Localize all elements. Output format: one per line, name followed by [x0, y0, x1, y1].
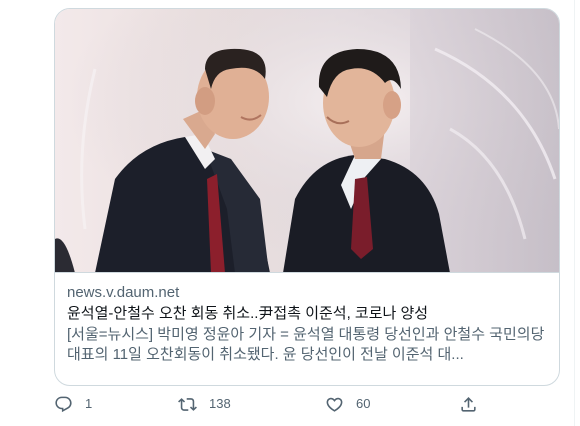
- card-text[interactable]: news.v.daum.net 윤석열-안철수 오찬 회동 취소..尹접촉 이준…: [67, 283, 551, 365]
- share-icon: [461, 396, 476, 412]
- retweet-button[interactable]: 138: [178, 392, 231, 416]
- news-photo: [55, 9, 559, 272]
- reply-icon: [55, 396, 72, 412]
- card-image[interactable]: [55, 9, 559, 273]
- retweet-icon: [178, 397, 197, 411]
- card-description: [서울=뉴시스] 박미영 정윤아 기자 = 윤석열 대통령 당선인과 안철수 국…: [67, 326, 545, 363]
- tweet-actions: 1 138 60: [54, 392, 494, 416]
- reply-button[interactable]: 1: [54, 392, 92, 416]
- like-button[interactable]: 60: [325, 392, 370, 416]
- card-title: 윤석열-안철수 오찬 회동 취소..尹접촉 이준석, 코로나 양성: [67, 305, 429, 322]
- timeline-divider: [574, 0, 575, 426]
- retweet-count: 138: [209, 396, 231, 411]
- share-button[interactable]: [459, 392, 478, 416]
- like-count: 60: [356, 396, 371, 411]
- card-domain: news.v.daum.net: [67, 284, 180, 301]
- heart-icon: [326, 397, 343, 412]
- link-preview-card[interactable]: news.v.daum.net 윤석열-안철수 오찬 회동 취소..尹접촉 이준…: [54, 8, 560, 386]
- reply-count: 1: [85, 396, 93, 411]
